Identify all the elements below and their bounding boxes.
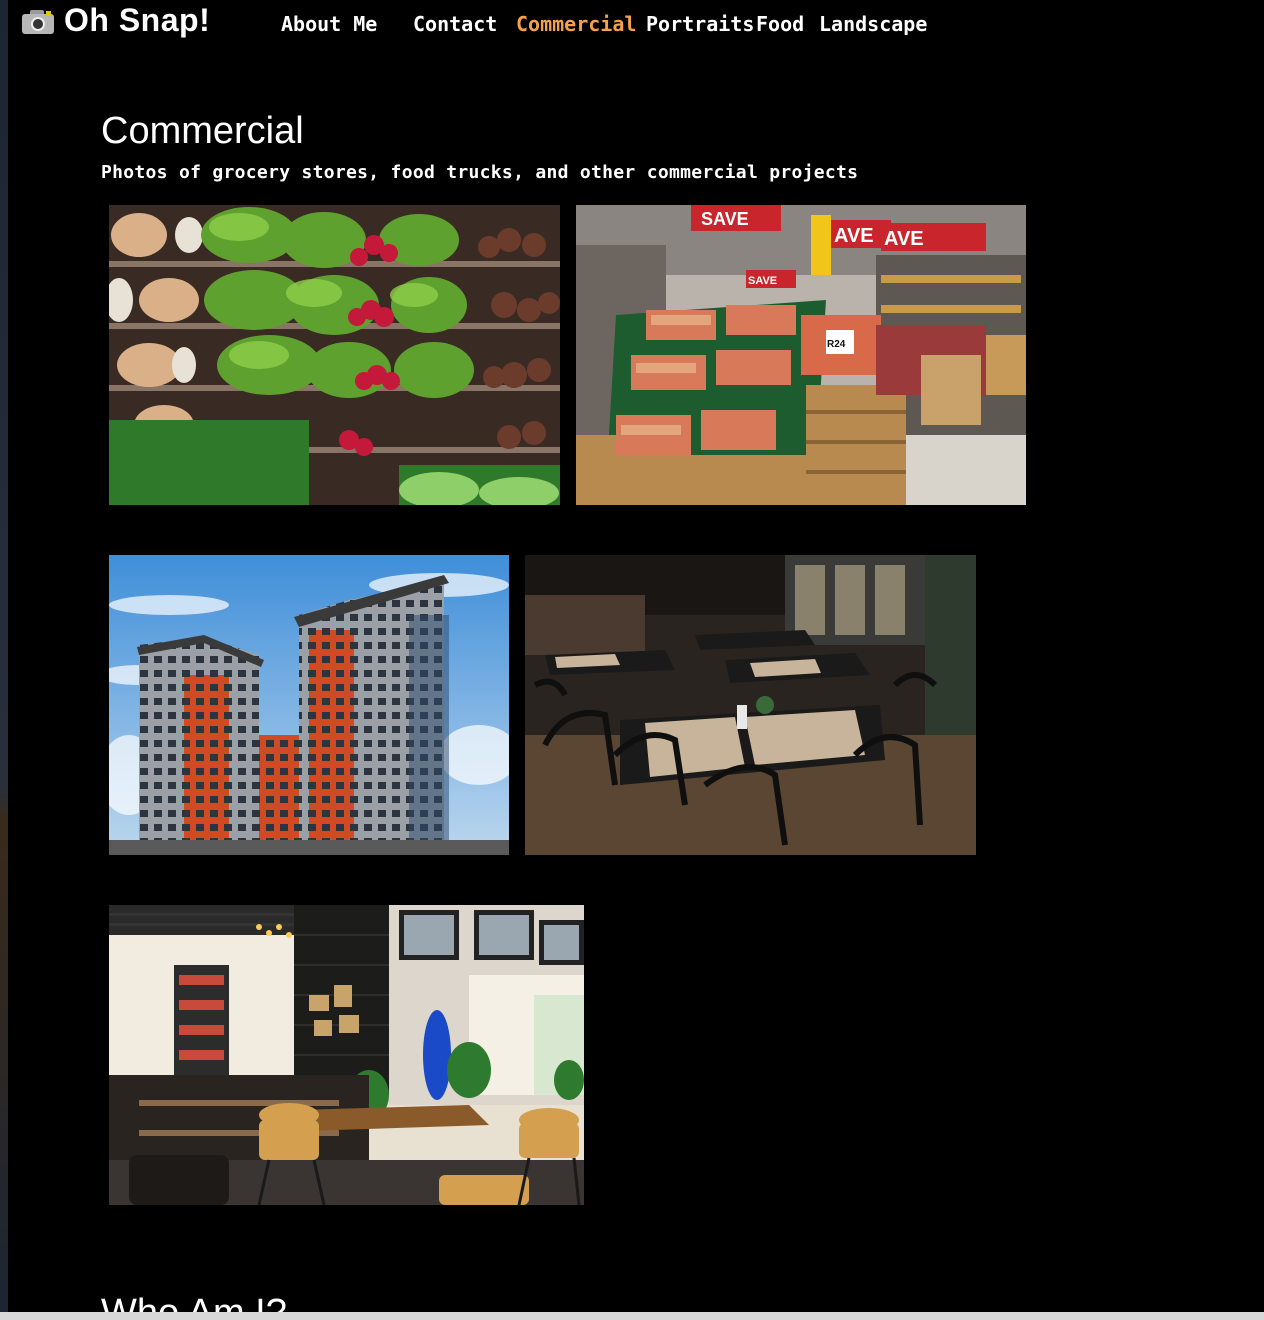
nav-commercial[interactable]: Commercial (516, 12, 636, 36)
site-name: Oh Snap! (64, 2, 211, 38)
window-edge (0, 0, 8, 1320)
sign-save-top: SAVE (701, 209, 749, 229)
camera-icon (22, 8, 56, 34)
sign-save-shelf: SAVE (748, 275, 777, 287)
restaurant-tables-photo[interactable] (525, 555, 976, 855)
sign-ave-2: AVE (884, 228, 924, 250)
sign-ave-1: AVE (834, 225, 874, 247)
nav-portraits[interactable]: Portraits (646, 12, 754, 36)
apartment-buildings-photo[interactable] (109, 555, 509, 855)
cafe-interior-photo[interactable] (109, 905, 584, 1205)
nav-about-me[interactable]: About Me (281, 12, 377, 36)
window-bottom-edge (0, 1312, 1264, 1320)
page-title: Commercial (101, 110, 304, 152)
nav-food[interactable]: Food (756, 12, 804, 36)
nav-landscape[interactable]: Landscape (819, 12, 927, 36)
sign-price: R24 (827, 339, 846, 350)
nav-contact[interactable]: Contact (413, 12, 497, 36)
who-am-i-heading: Who Am I? (101, 1292, 287, 1312)
produce-shelves-photo[interactable] (109, 205, 560, 505)
page-subtitle: Photos of grocery stores, food trucks, a… (101, 162, 859, 183)
page: Oh Snap! About Me Contact Commercial Por… (8, 0, 1264, 1312)
supermarket-aisle-photo[interactable]: SAVE AVE AVE SAVE R24 (576, 205, 1026, 505)
site-logo[interactable]: Oh Snap! (22, 2, 210, 39)
